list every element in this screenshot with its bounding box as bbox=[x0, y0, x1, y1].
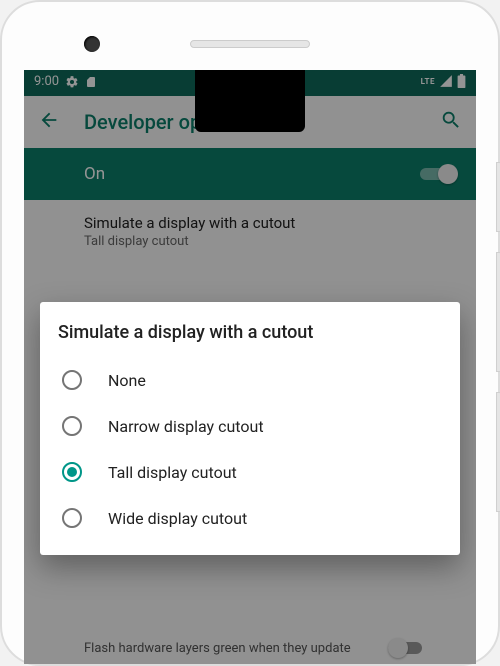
setting-cutout-subtitle: Tall display cutout bbox=[84, 234, 458, 249]
radio-option-wide[interactable]: Wide display cutout bbox=[58, 495, 442, 541]
master-switch[interactable] bbox=[420, 164, 458, 184]
radio-label: Tall display cutout bbox=[108, 463, 237, 482]
side-button-power bbox=[496, 162, 500, 232]
radio-label: None bbox=[108, 371, 146, 390]
side-button-vol-up bbox=[496, 252, 500, 372]
sd-card-icon bbox=[85, 75, 97, 89]
radio-icon bbox=[62, 416, 82, 436]
side-button-vol-down bbox=[496, 392, 500, 512]
camera-dot bbox=[84, 36, 100, 52]
radio-icon-selected bbox=[62, 462, 82, 482]
cutout-dialog: Simulate a display with a cutout None Na… bbox=[40, 302, 460, 555]
signal-icon bbox=[439, 74, 453, 88]
radio-label: Wide display cutout bbox=[108, 509, 247, 528]
phone-frame: 9:00 LTE D bbox=[0, 0, 500, 666]
radio-icon bbox=[62, 508, 82, 528]
radio-option-tall[interactable]: Tall display cutout bbox=[58, 449, 442, 495]
setting-flash-layers[interactable]: Flash hardware layers green when they up… bbox=[24, 632, 476, 664]
radio-option-narrow[interactable]: Narrow display cutout bbox=[58, 403, 442, 449]
speaker-slit bbox=[190, 40, 310, 48]
radio-icon bbox=[62, 370, 82, 390]
back-arrow-icon[interactable] bbox=[38, 109, 60, 135]
status-time: 9:00 bbox=[34, 74, 59, 89]
lte-label: LTE bbox=[421, 77, 435, 86]
settings-icon bbox=[65, 75, 79, 89]
setting-cutout-title: Simulate a display with a cutout bbox=[84, 214, 458, 232]
master-toggle-row[interactable]: On bbox=[24, 148, 476, 200]
radio-option-none[interactable]: None bbox=[58, 357, 442, 403]
battery-icon bbox=[457, 74, 466, 88]
flash-layers-switch[interactable] bbox=[388, 638, 426, 658]
search-icon[interactable] bbox=[440, 109, 462, 135]
screen: 9:00 LTE D bbox=[24, 70, 476, 664]
display-cutout bbox=[195, 70, 305, 132]
setting-flash-layers-label: Flash hardware layers green when they up… bbox=[84, 641, 351, 656]
master-toggle-label: On bbox=[84, 164, 105, 184]
radio-label: Narrow display cutout bbox=[108, 417, 264, 436]
setting-cutout[interactable]: Simulate a display with a cutout Tall di… bbox=[24, 200, 476, 263]
dialog-title: Simulate a display with a cutout bbox=[58, 322, 442, 343]
